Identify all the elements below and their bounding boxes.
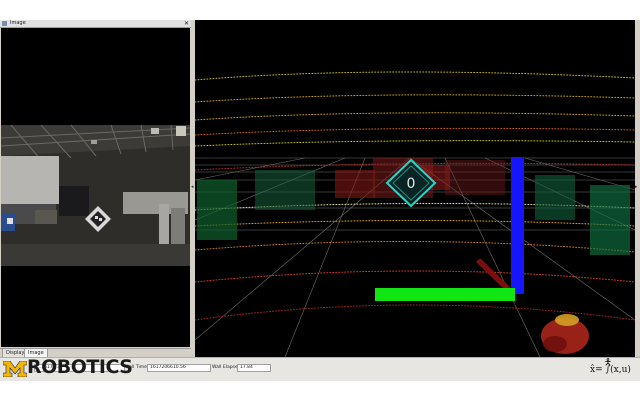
rviz-window: Image ✕ Displays Image ◂ 0 ▸ ...1617.73 … [0, 0, 640, 400]
right-splitter[interactable]: ▸ [635, 20, 640, 357]
close-icon[interactable]: ✕ [184, 20, 189, 27]
camera-image [1, 28, 190, 347]
3d-render-view[interactable]: 0 [195, 20, 635, 357]
collapse-left-icon[interactable]: ◂ [191, 184, 194, 190]
robotics-logo-text: ROBOTICS [27, 356, 133, 378]
image-panel-titlebar[interactable]: Image ✕ [0, 20, 191, 28]
tag-id-label: 0 [407, 176, 416, 192]
window-icon [2, 21, 7, 26]
michigan-m-logo [3, 361, 27, 377]
3d-scene: 0 [195, 20, 635, 357]
bottom-margin [0, 381, 640, 400]
wall-time-field: 1617206610.56 [147, 364, 211, 372]
image-panel: Image ✕ Displays Image [0, 20, 192, 358]
image-panel-title: Image [10, 20, 26, 26]
wall-elapsed-field: 17.84 [237, 364, 271, 372]
camera-image-view [1, 28, 190, 347]
state-formula: x̂= ∫(x,u) [590, 365, 631, 375]
collapse-right-icon[interactable]: ▸ [635, 184, 638, 190]
